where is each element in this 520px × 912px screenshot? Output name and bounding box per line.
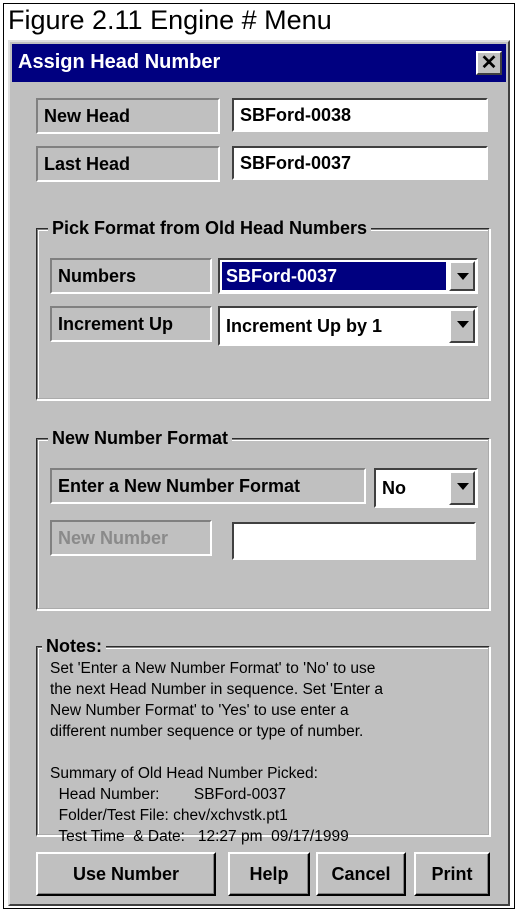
- numbers-label: Numbers: [50, 258, 212, 294]
- title-bar: Assign Head Number ✕: [12, 44, 506, 82]
- notes-line: Head Number: SBFord-0037: [50, 786, 287, 803]
- pick-format-group-title: Pick Format from Old Head Numbers: [48, 216, 372, 240]
- notes-line: the next Head Number in sequence. Set 'E…: [50, 681, 383, 698]
- figure-caption: Figure 2.11 Engine # Menu: [8, 5, 332, 35]
- chevron-down-icon[interactable]: [449, 309, 475, 343]
- help-button[interactable]: Help: [228, 852, 310, 896]
- print-button[interactable]: Print: [414, 852, 490, 896]
- cancel-button[interactable]: Cancel: [316, 852, 406, 896]
- increment-up-label: Increment Up: [50, 306, 212, 342]
- numbers-select-value: SBFord-0037: [222, 262, 446, 290]
- chevron-down-icon[interactable]: [449, 261, 475, 291]
- notes-line: Set 'Enter a New Number Format' to 'No' …: [50, 660, 376, 677]
- last-head-label: Last Head: [36, 146, 220, 182]
- close-icon[interactable]: ✕: [476, 51, 502, 75]
- new-number-label: New Number: [50, 520, 212, 556]
- use-number-button[interactable]: Use Number: [36, 852, 216, 896]
- new-head-label: New Head: [36, 98, 220, 134]
- assign-head-number-dialog: Assign Head Number ✕ New Head SBFord-003…: [8, 40, 510, 906]
- notes-group-title: Notes:: [42, 634, 107, 658]
- chevron-down-icon[interactable]: [449, 471, 475, 505]
- last-head-field[interactable]: SBFord-0037: [232, 146, 488, 180]
- increment-up-select-value: Increment Up by 1: [226, 316, 383, 336]
- notes-line: different number sequence or type of num…: [50, 723, 364, 740]
- notes-line: New Number Format' to 'Yes' to use enter…: [50, 702, 349, 719]
- notes-line: Test Time & Date: 12:27 pm 09/17/1999: [50, 828, 349, 845]
- new-number-field[interactable]: [232, 522, 476, 560]
- dialog-title: Assign Head Number: [18, 51, 221, 73]
- increment-up-select[interactable]: Increment Up by 1: [218, 306, 478, 346]
- enter-new-number-format-label: Enter a New Number Format: [50, 468, 366, 504]
- new-head-field[interactable]: SBFord-0038: [232, 98, 488, 132]
- enter-new-number-format-select[interactable]: No: [374, 468, 478, 508]
- numbers-select[interactable]: SBFord-0037: [218, 258, 478, 294]
- new-number-format-group-title: New Number Format: [48, 426, 233, 450]
- notes-line: Folder/Test File: chev/xchvstk.pt1: [50, 807, 288, 824]
- enter-new-number-format-value: No: [382, 478, 406, 498]
- notes-line: Summary of Old Head Number Picked:: [50, 765, 318, 782]
